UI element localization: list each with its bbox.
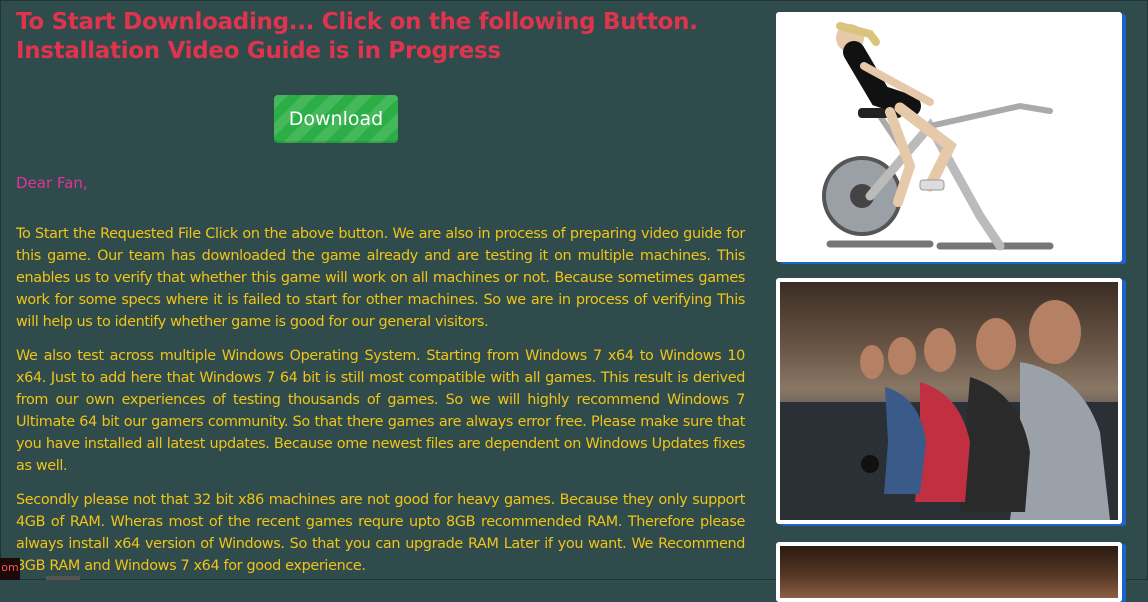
- gym-class-photo: [780, 282, 1118, 520]
- ad-card-exercise-bike[interactable]: [776, 12, 1122, 262]
- portrait-photo: [780, 546, 1118, 598]
- ad-card-gym-class[interactable]: [776, 278, 1122, 524]
- download-button[interactable]: Download: [274, 95, 398, 143]
- taskbar-tab[interactable]: om: [0, 558, 20, 580]
- download-area: Download: [274, 95, 398, 143]
- taskbar-indicator: [46, 576, 80, 580]
- greeting-text: Dear Fan,: [16, 174, 88, 192]
- main-content: To Start Downloading... Click on the fol…: [16, 8, 746, 574]
- exercise-bike-photo: [780, 16, 1118, 258]
- paragraph-3: Secondly please not that 32 bit x86 mach…: [16, 492, 745, 574]
- paragraph-1: To Start the Requested File Click on the…: [16, 226, 745, 330]
- page-title: To Start Downloading... Click on the fol…: [16, 9, 698, 64]
- ad-card-portrait[interactable]: [776, 542, 1122, 602]
- article-body: To Start the Requested File Click on the…: [16, 223, 745, 589]
- paragraph-2: We also test across multiple Windows Ope…: [16, 348, 745, 474]
